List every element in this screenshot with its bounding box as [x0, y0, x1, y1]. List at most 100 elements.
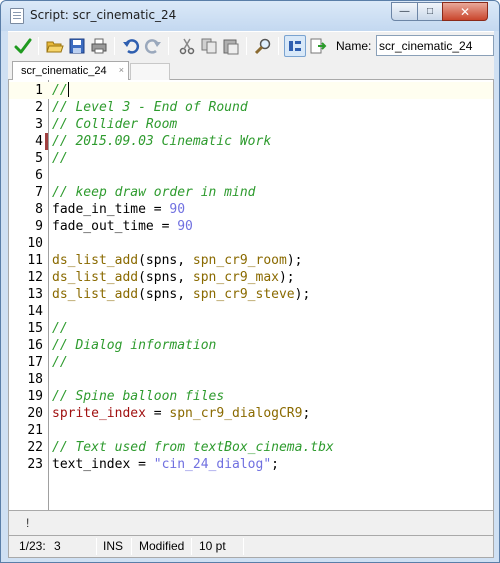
undo-button[interactable] [120, 35, 142, 57]
code-text: // Collider Room [52, 116, 177, 133]
line-number: 14 [27, 304, 43, 319]
tab-close-icon[interactable]: × [119, 65, 124, 75]
tab-scr-cinematic-24[interactable]: scr_cinematic_24 × [12, 61, 129, 81]
code-line[interactable]: 15 // [9, 320, 493, 337]
name-field[interactable] [376, 35, 494, 56]
code-text: ds_list_add(spns, spn_cr9_max); [52, 269, 295, 286]
message-bar: ! [8, 510, 494, 536]
code-text: fade_out_time = 90 [52, 218, 193, 235]
code-line[interactable]: 1 // [9, 82, 493, 99]
code-line[interactable]: 12 ds_list_add(spns, spn_cr9_max); [9, 269, 493, 286]
insert-file-icon [310, 38, 327, 54]
status-modified: Modified [139, 539, 185, 553]
code-token: fade_out_time = [52, 219, 178, 234]
code-line[interactable]: 7 // keep draw order in mind [9, 184, 493, 201]
line-number: 21 [27, 423, 43, 438]
code-text: // Level 3 - End of Round [52, 99, 248, 116]
code-line[interactable]: 4 // 2015.09.03 Cinematic Work [9, 133, 493, 150]
code-token: spn_cr9_room [192, 253, 287, 268]
search-button[interactable] [252, 35, 274, 57]
line-number: 18 [27, 372, 43, 387]
close-icon: ✕ [459, 4, 471, 19]
code-token: ; [271, 457, 279, 472]
code-text: ds_list_add(spns, spn_cr9_room); [52, 252, 302, 269]
code-line[interactable]: 17 // [9, 354, 493, 371]
code-line[interactable]: 13 ds_list_add(spns, spn_cr9_steve); [9, 286, 493, 303]
code-token: // 2015.09.03 Cinematic Work [52, 134, 272, 149]
code-line[interactable]: 3 // Collider Room [9, 116, 493, 133]
line-number: 1 [35, 83, 43, 98]
code-line[interactable]: 11 ds_list_add(spns, spn_cr9_room); [9, 252, 493, 269]
code-token: (spns, [138, 253, 193, 268]
code-token: 90 [177, 219, 193, 234]
paste-icon [223, 39, 239, 55]
print-button[interactable] [88, 35, 110, 57]
code-token: // [52, 151, 68, 166]
minimize-icon: — [399, 6, 410, 17]
code-token: spn_cr9_steve [192, 287, 295, 302]
code-token: (spns, [138, 287, 193, 302]
line-number: 15 [27, 321, 43, 336]
code-line[interactable]: 10 [9, 235, 493, 252]
code-line[interactable]: 20 sprite_index = spn_cr9_dialogCR9; [9, 405, 493, 422]
code-token: fade_in_time = [52, 202, 170, 217]
save-button[interactable] [66, 35, 88, 57]
title-bar[interactable]: Script: scr_cinematic_24 — □ ✕ [1, 1, 499, 31]
code-line[interactable]: 19 // Spine balloon files [9, 388, 493, 405]
code-token: // Collider Room [52, 117, 178, 132]
script-window: Script: scr_cinematic_24 — □ ✕ Name: scr… [0, 0, 500, 563]
cut-button[interactable] [176, 35, 198, 57]
code-token: 90 [169, 202, 186, 217]
code-line[interactable]: 9 fade_out_time = 90 [9, 218, 493, 235]
code-line[interactable]: 5 // [9, 150, 493, 167]
toggle-code-button[interactable] [284, 35, 306, 57]
code-text: // keep draw order in mind [52, 184, 256, 201]
line-number: 19 [27, 389, 43, 404]
code-token: // [52, 355, 68, 370]
code-token: // Level 3 - End of Round [52, 100, 248, 115]
name-label: Name: [336, 39, 372, 53]
insert-file-button[interactable] [307, 35, 329, 57]
code-line[interactable]: 23 text_index = "cin_24_dialog"; [9, 456, 493, 473]
code-line[interactable]: 21 [9, 422, 493, 439]
close-button[interactable]: ✕ [442, 2, 488, 21]
code-line[interactable]: 14 [9, 303, 493, 320]
code-text: // [52, 82, 69, 99]
maximize-button[interactable]: □ [417, 2, 443, 21]
code-token: ); [278, 270, 295, 285]
code-token: // Spine balloon files [52, 389, 225, 404]
code-token: spn_cr9_max [192, 270, 279, 285]
code-editor[interactable]: 1 // 2 // Level 3 - End of Round 3 // Collide… [8, 80, 494, 510]
code-text: // Text used from textBox_cinema.tbx [52, 439, 334, 456]
code-line[interactable]: 16 // Dialog information [9, 337, 493, 354]
copy-button[interactable] [198, 35, 220, 57]
maximize-icon: □ [426, 6, 434, 17]
code-line[interactable]: 6 [9, 167, 493, 184]
code-token: ); [286, 253, 303, 268]
code-line[interactable]: 8 fade_in_time = 90 [9, 201, 493, 218]
code-token: ds_list_add [52, 270, 139, 285]
code-text: // Dialog information [52, 337, 216, 354]
open-button[interactable] [44, 35, 66, 57]
code-line[interactable]: 22 // Text used from textBox_cinema.tbx [9, 439, 493, 456]
ok-button[interactable] [12, 35, 34, 57]
code-token: ; [302, 406, 311, 421]
code-line[interactable]: 2 // Level 3 - End of Round [9, 99, 493, 116]
status-bar: 1/23: 3 INS Modified 10 pt [8, 536, 494, 558]
line-number: 2 [35, 100, 43, 115]
code-token: (spns, [138, 270, 193, 285]
code-line[interactable]: 18 [9, 371, 493, 388]
changed-line-marker [45, 133, 48, 150]
line-number: 13 [27, 287, 43, 302]
script-document-icon [10, 8, 24, 24]
paste-button[interactable] [220, 35, 242, 57]
text-caret [67, 82, 69, 97]
code-token: spn_cr9_dialogCR9 [169, 406, 303, 421]
line-number: 20 [27, 406, 43, 421]
code-token: // [52, 321, 68, 336]
redo-button[interactable] [142, 35, 164, 57]
line-number: 12 [27, 270, 43, 285]
code-text: // [52, 354, 68, 371]
minimize-button[interactable]: — [391, 2, 418, 21]
tab-empty-area [130, 63, 170, 81]
